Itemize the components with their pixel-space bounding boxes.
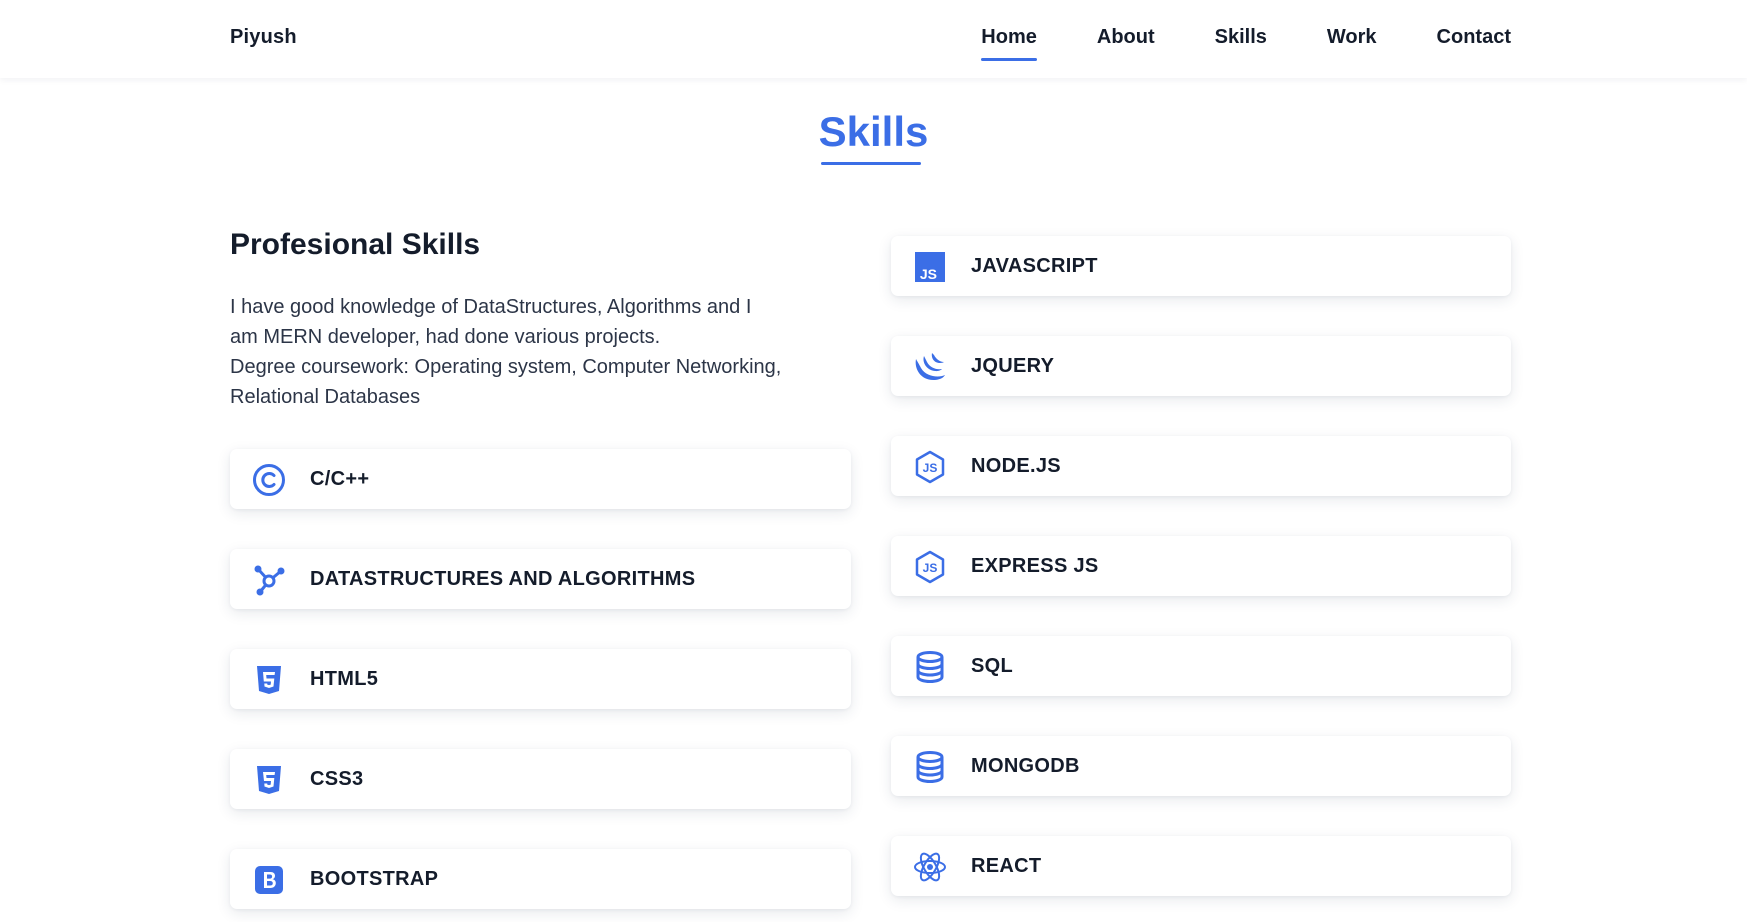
- skill-label: EXPRESS JS: [971, 555, 1099, 577]
- react-icon: [913, 850, 947, 884]
- site-header: Piyush Home About Skills Work Contact: [0, 0, 1747, 78]
- skill-card-react[interactable]: REACT: [891, 836, 1511, 896]
- skill-label: JQUERY: [971, 355, 1055, 377]
- skill-label: SQL: [971, 655, 1014, 677]
- professional-skills-description: I have good knowledge of DataStructures,…: [230, 292, 851, 412]
- description-line: am MERN developer, had done various proj…: [230, 326, 661, 348]
- database-icon: [913, 750, 947, 784]
- professional-skills-intro: Profesional Skills I have good knowledge…: [230, 222, 851, 412]
- skill-card-sql[interactable]: SQL: [891, 636, 1511, 696]
- database-icon: [913, 650, 947, 684]
- description-line: Relational Databases: [230, 386, 421, 408]
- skill-card-expressjs[interactable]: JS EXPRESS JS: [891, 536, 1511, 596]
- skill-label: C/C++: [310, 468, 370, 490]
- skill-label: MONGODB: [971, 755, 1080, 777]
- description-line: I have good knowledge of DataStructures,…: [230, 296, 752, 318]
- graph-icon: [252, 563, 286, 597]
- svg-text:JS: JS: [920, 266, 937, 282]
- section-title-underline: [821, 162, 921, 165]
- nav-contact[interactable]: Contact: [1437, 26, 1511, 61]
- bootstrap-icon: [252, 863, 286, 897]
- main-nav: Home About Skills Work Contact: [981, 26, 1511, 61]
- skill-card-bootstrap[interactable]: BOOTSTRAP: [230, 849, 851, 909]
- skill-label: CSS3: [310, 768, 364, 790]
- javascript-icon: JS: [913, 250, 947, 284]
- skill-card-jquery[interactable]: JQUERY: [891, 336, 1511, 396]
- description-line: Degree coursework: Operating system, Com…: [230, 356, 782, 378]
- professional-skills-heading: Profesional Skills: [230, 228, 481, 261]
- nodejs-icon: JS: [913, 450, 947, 484]
- skill-card-nodejs[interactable]: JS NODE.JS: [891, 436, 1511, 496]
- skill-card-dsa[interactable]: DATASTRUCTURES AND ALGORITHMS: [230, 549, 851, 609]
- skill-card-mongodb[interactable]: MONGODB: [891, 736, 1511, 796]
- skill-card-css3[interactable]: CSS3: [230, 749, 851, 809]
- skill-label: BOOTSTRAP: [310, 868, 439, 890]
- brand-logo[interactable]: Piyush: [230, 26, 297, 49]
- copyright-icon: [252, 463, 286, 497]
- skill-label: NODE.JS: [971, 455, 1061, 477]
- skill-label: REACT: [971, 855, 1042, 877]
- section-title: Skills: [818, 108, 929, 155]
- nav-skills[interactable]: Skills: [1215, 26, 1267, 61]
- nav-home[interactable]: Home: [981, 26, 1037, 61]
- skill-card-html5[interactable]: HTML5: [230, 649, 851, 709]
- skill-card-javascript[interactable]: JS JAVASCRIPT: [891, 236, 1511, 296]
- html5-icon: [252, 663, 286, 697]
- jquery-icon: [913, 350, 947, 384]
- nav-about[interactable]: About: [1097, 26, 1155, 61]
- skill-card-cpp[interactable]: C/C++: [230, 449, 851, 509]
- nodejs-icon: JS: [913, 550, 947, 584]
- skill-label: JAVASCRIPT: [971, 255, 1098, 277]
- skill-label: HTML5: [310, 668, 379, 690]
- nav-work[interactable]: Work: [1327, 26, 1377, 61]
- skill-label: DATASTRUCTURES AND ALGORITHMS: [310, 568, 696, 590]
- svg-text:JS: JS: [923, 461, 938, 475]
- css3-icon: [252, 763, 286, 797]
- svg-text:JS: JS: [923, 561, 938, 575]
